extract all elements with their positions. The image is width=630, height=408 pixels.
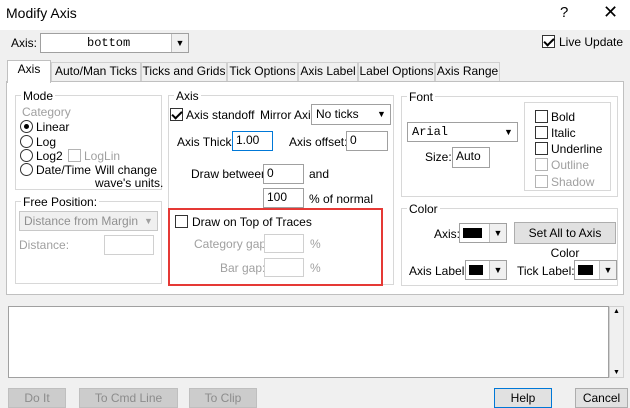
live-update-label: Live Update: [559, 35, 624, 49]
close-icon[interactable]: ✕: [603, 2, 618, 23]
axis-thick-label: Axis Thick:: [177, 135, 235, 149]
draw-on-top-label: Draw on Top of Traces: [192, 215, 312, 229]
color-group-title: Color: [407, 202, 440, 216]
axis-color-swatch: [463, 228, 482, 238]
window-title: Modify Axis: [6, 5, 77, 21]
axis-offset-field[interactable]: 0: [346, 131, 388, 151]
font-family-dropdown[interactable]: Arial ▼: [407, 122, 518, 142]
axis-select[interactable]: bottom ▼: [40, 33, 189, 53]
command-scrollbar[interactable]: ▲ ▼: [609, 306, 624, 378]
axis-select-label: Axis:: [11, 36, 38, 50]
datetime-label: Date/Time: [36, 163, 91, 177]
font-size-label: Size:: [425, 150, 452, 164]
shadow-checkbox[interactable]: [535, 175, 548, 188]
free-position-dropdown[interactable]: Distance from Margin ▼: [19, 211, 158, 231]
datetime-note-line2: wave's units.: [95, 176, 164, 190]
help-button[interactable]: Help: [494, 388, 552, 408]
underline-label: Underline: [551, 142, 603, 156]
bar-gap-pct: %: [310, 261, 321, 275]
italic-checkbox[interactable]: [535, 126, 548, 139]
tab-label-options[interactable]: Label Options: [358, 62, 435, 81]
font-family-value: Arial: [412, 125, 449, 139]
log-radio[interactable]: [20, 135, 33, 148]
scroll-down-icon[interactable]: ▼: [613, 369, 620, 376]
axis-label-color-picker[interactable]: ▼: [465, 260, 507, 280]
set-all-to-axis-color-button[interactable]: Set All to Axis Color: [514, 222, 616, 260]
loglin-checkbox[interactable]: [68, 149, 81, 162]
axis-label-color-label: Axis Label:: [409, 264, 468, 278]
outline-checkbox[interactable]: [535, 158, 548, 171]
chevron-down-icon: ▼: [599, 261, 616, 279]
log2-label: Log2: [36, 149, 63, 163]
tab-tick-options[interactable]: Tick Options: [227, 62, 298, 81]
chevron-down-icon: ▼: [504, 127, 513, 137]
tick-label-color-label: Tick Label:: [517, 264, 575, 278]
chevron-down-icon: ▼: [489, 261, 506, 279]
bar-gap-field[interactable]: [264, 258, 304, 277]
and-label: and: [309, 167, 330, 181]
command-text-area[interactable]: [8, 306, 609, 378]
chevron-down-icon: ▼: [171, 34, 188, 52]
italic-label: Italic: [551, 126, 576, 140]
tab-auto-man-ticks[interactable]: Auto/Man Ticks: [51, 62, 141, 81]
tab-axis-range[interactable]: Axis Range: [435, 62, 500, 81]
draw-between-end-field[interactable]: 100: [263, 188, 304, 208]
bold-label: Bold: [551, 110, 576, 124]
linear-radio[interactable]: [20, 120, 33, 133]
pct-normal-label: % of normal: [309, 192, 374, 206]
draw-on-top-checkbox[interactable]: [175, 215, 188, 228]
chevron-down-icon: ▼: [144, 216, 153, 226]
datetime-radio[interactable]: [20, 163, 33, 176]
underline-checkbox[interactable]: [535, 142, 548, 155]
axis-group-title: Axis: [174, 89, 201, 103]
cancel-button[interactable]: Cancel: [575, 388, 628, 408]
log2-radio[interactable]: [20, 149, 33, 162]
font-size-field[interactable]: Auto: [452, 147, 490, 168]
category-label: Category: [22, 105, 71, 119]
category-gap-pct: %: [310, 237, 321, 251]
chevron-down-icon: ▼: [377, 109, 386, 119]
chevron-down-icon: ▼: [489, 224, 506, 242]
to-clip-button[interactable]: To Clip: [189, 388, 257, 408]
live-update-checkbox[interactable]: [542, 35, 555, 48]
axis-standoff-checkbox[interactable]: [170, 108, 183, 121]
axis-thick-field[interactable]: 1.00: [232, 131, 273, 151]
tab-axis[interactable]: Axis: [7, 60, 51, 83]
do-it-button[interactable]: Do It: [8, 388, 66, 408]
tab-axis-label[interactable]: Axis Label: [298, 62, 358, 81]
scroll-up-icon[interactable]: ▲: [613, 308, 620, 315]
linear-label: Linear: [36, 120, 70, 134]
help-icon[interactable]: ?: [560, 4, 568, 21]
free-position-value: Distance from Margin: [24, 214, 139, 228]
tick-label-color-picker[interactable]: ▼: [574, 260, 617, 280]
mirror-axis-value: No ticks: [316, 107, 359, 121]
bold-checkbox[interactable]: [535, 110, 548, 123]
mode-group-title: Mode: [21, 89, 56, 103]
shadow-label: Shadow: [551, 175, 595, 189]
outline-label: Outline: [551, 158, 590, 172]
axis-label-color-swatch: [469, 265, 483, 275]
distance-label: Distance:: [19, 238, 70, 252]
axis-color-label: Axis:: [434, 227, 461, 241]
axis-color-picker[interactable]: ▼: [459, 223, 507, 243]
bar-gap-label: Bar gap:: [220, 261, 266, 275]
draw-between-start-field[interactable]: 0: [263, 164, 304, 184]
distance-field[interactable]: [104, 235, 154, 255]
draw-between-label: Draw between: [191, 167, 268, 181]
log-label: Log: [36, 135, 57, 149]
axis-select-value: bottom: [87, 36, 131, 50]
to-cmd-line-button[interactable]: To Cmd Line: [79, 388, 178, 408]
datetime-note-line1: Will change: [95, 163, 158, 177]
loglin-label: LogLin: [84, 149, 121, 163]
tick-label-color-swatch: [578, 265, 593, 275]
category-gap-field[interactable]: [264, 234, 304, 253]
axis-standoff-label: Axis standoff: [186, 108, 255, 122]
category-gap-label: Category gap:: [194, 237, 270, 251]
font-group-title: Font: [407, 90, 436, 104]
free-position-title: Free Position:: [21, 195, 100, 209]
title-bar: [0, 0, 630, 30]
mirror-axis-dropdown[interactable]: No ticks ▼: [311, 104, 391, 125]
axis-offset-label: Axis offset:: [289, 135, 348, 149]
tab-ticks-and-grids[interactable]: Ticks and Grids: [141, 62, 227, 81]
